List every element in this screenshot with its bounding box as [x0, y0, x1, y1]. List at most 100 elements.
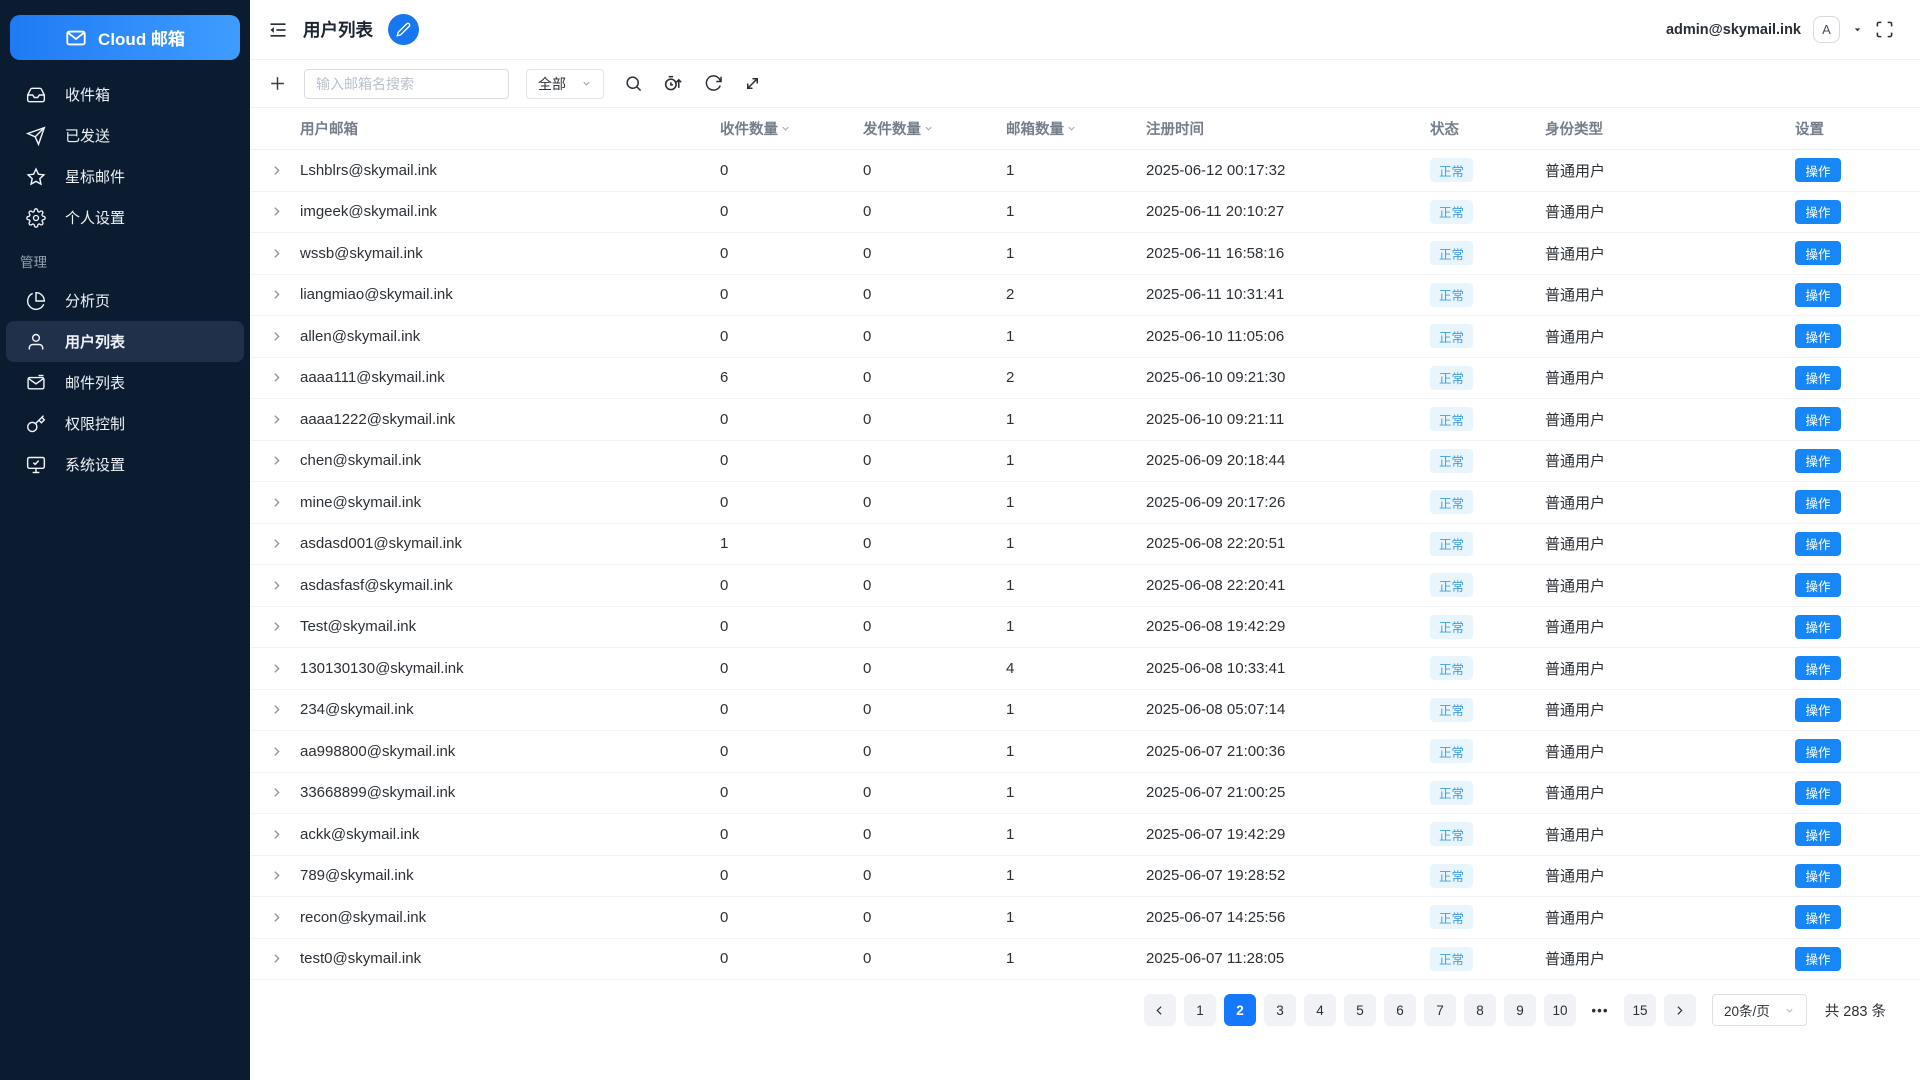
- cell-email: liangmiao@skymail.ink: [300, 286, 453, 304]
- avatar[interactable]: A: [1813, 16, 1840, 43]
- refresh-icon[interactable]: [704, 74, 723, 93]
- row-expand-chevron-icon[interactable]: [250, 496, 300, 509]
- sidebar-item-inbox[interactable]: 收件箱: [6, 74, 244, 115]
- sidebar-item-personal-settings[interactable]: 个人设置: [6, 197, 244, 238]
- row-expand-chevron-icon[interactable]: [250, 703, 300, 716]
- page-number-button[interactable]: 2: [1223, 994, 1256, 1026]
- cell-registered-time: 2025-06-11 16:58:16: [1146, 244, 1285, 262]
- row-expand-chevron-icon[interactable]: [250, 662, 300, 675]
- status-badge: 正常: [1430, 199, 1474, 224]
- row-action-button[interactable]: 操作: [1795, 158, 1841, 183]
- sort-caret-icon[interactable]: [780, 123, 791, 134]
- sidebar-item-mail-list[interactable]: 邮件列表: [6, 362, 244, 403]
- row-action-button[interactable]: 操作: [1795, 822, 1841, 847]
- sidebar-item-label: 星标邮件: [65, 169, 126, 186]
- cell-action: 操作: [1795, 780, 1920, 805]
- row-action-button[interactable]: 操作: [1795, 448, 1841, 473]
- add-user-icon[interactable]: [268, 74, 287, 93]
- row-action-button[interactable]: 操作: [1795, 531, 1841, 556]
- row-action-button[interactable]: 操作: [1795, 573, 1841, 598]
- row-expand-chevron-icon[interactable]: [250, 952, 300, 965]
- page-number-button[interactable]: 10: [1543, 994, 1576, 1026]
- row-expand-chevron-icon[interactable]: [250, 247, 300, 260]
- cell-received-count: 0: [720, 701, 729, 719]
- row-action-button[interactable]: 操作: [1795, 324, 1841, 349]
- menu-fold-icon[interactable]: [268, 20, 288, 40]
- row-expand-chevron-icon[interactable]: [250, 620, 300, 633]
- row-action-button[interactable]: 操作: [1795, 780, 1841, 805]
- sidebar-item-starred[interactable]: 星标邮件: [6, 156, 244, 197]
- row-action-button[interactable]: 操作: [1795, 697, 1841, 722]
- page-number-button[interactable]: 8: [1463, 994, 1496, 1026]
- page-number-button[interactable]: 4: [1303, 994, 1336, 1026]
- search-input[interactable]: [304, 68, 509, 99]
- col-header-sent[interactable]: 发件数量: [863, 118, 1006, 139]
- page-size-select[interactable]: 20条/页: [1711, 994, 1807, 1026]
- row-action-button[interactable]: 操作: [1795, 241, 1841, 266]
- cell-role: 普通用户: [1545, 702, 1606, 720]
- row-expand-chevron-icon[interactable]: [250, 828, 300, 841]
- sort-by-time-icon[interactable]: [663, 73, 684, 94]
- page-number-button[interactable]: 6: [1383, 994, 1416, 1026]
- row-action-button[interactable]: 操作: [1795, 407, 1841, 432]
- row-action-button[interactable]: 操作: [1795, 905, 1841, 930]
- sort-caret-icon[interactable]: [923, 123, 934, 134]
- row-expand-chevron-icon[interactable]: [250, 869, 300, 882]
- sidebar-item-analytics[interactable]: 分析页: [6, 280, 244, 321]
- page-number-button[interactable]: 15: [1623, 994, 1656, 1026]
- expand-icon[interactable]: [743, 74, 762, 93]
- sidebar-item-permissions[interactable]: 权限控制: [6, 403, 244, 444]
- row-expand-chevron-icon[interactable]: [250, 413, 300, 426]
- col-header-received[interactable]: 收件数量: [720, 118, 863, 139]
- cell-status: 正常: [1430, 490, 1545, 515]
- row-action-button[interactable]: 操作: [1795, 365, 1841, 390]
- page-number-button[interactable]: 7: [1423, 994, 1456, 1026]
- page-number-button[interactable]: 3: [1263, 994, 1296, 1026]
- cell-registered-time: 2025-06-07 21:00:36: [1146, 742, 1286, 760]
- cell-email: imgeek@skymail.ink: [300, 203, 437, 221]
- page-number-button[interactable]: 1: [1183, 994, 1216, 1026]
- cell-action: 操作: [1795, 905, 1920, 930]
- row-action-button[interactable]: 操作: [1795, 282, 1841, 307]
- row-action-button[interactable]: 操作: [1795, 739, 1841, 764]
- edit-title-button[interactable]: [388, 14, 419, 45]
- row-action-button[interactable]: 操作: [1795, 863, 1841, 888]
- row-expand-chevron-icon[interactable]: [250, 786, 300, 799]
- page-number-button[interactable]: •••: [1584, 994, 1616, 1026]
- cell-received-count: 0: [720, 493, 729, 511]
- search-icon[interactable]: [624, 74, 643, 93]
- sort-caret-icon[interactable]: [1066, 123, 1077, 134]
- sidebar-item-user-list[interactable]: 用户列表: [6, 321, 244, 362]
- row-expand-chevron-icon[interactable]: [250, 454, 300, 467]
- row-action-button[interactable]: 操作: [1795, 614, 1841, 639]
- row-action-button[interactable]: 操作: [1795, 946, 1841, 971]
- row-action-button[interactable]: 操作: [1795, 199, 1841, 224]
- next-page-button[interactable]: [1663, 994, 1696, 1026]
- col-header-mailboxes[interactable]: 邮箱数量: [1006, 118, 1146, 139]
- row-expand-chevron-icon[interactable]: [250, 537, 300, 550]
- row-expand-chevron-icon[interactable]: [250, 205, 300, 218]
- row-expand-chevron-icon[interactable]: [250, 371, 300, 384]
- filter-select[interactable]: 全部: [526, 68, 604, 99]
- cell-action: 操作: [1795, 531, 1920, 556]
- fullscreen-icon[interactable]: [1875, 20, 1894, 39]
- caret-down-icon[interactable]: [1852, 24, 1863, 35]
- cell-registered-time: 2025-06-08 10:33:41: [1146, 659, 1286, 677]
- row-expand-chevron-icon[interactable]: [250, 164, 300, 177]
- cell-mailbox-count: 1: [1006, 742, 1015, 760]
- row-expand-chevron-icon[interactable]: [250, 288, 300, 301]
- row-expand-chevron-icon[interactable]: [250, 745, 300, 758]
- row-action-button[interactable]: 操作: [1795, 656, 1841, 681]
- cell-action: 操作: [1795, 573, 1920, 598]
- app-logo-button[interactable]: Cloud 邮箱: [10, 15, 240, 60]
- sidebar-item-sent[interactable]: 已发送: [6, 115, 244, 156]
- sidebar-item-system-settings[interactable]: 系统设置: [6, 444, 244, 485]
- cell-status: 正常: [1430, 531, 1545, 556]
- prev-page-button[interactable]: [1143, 994, 1176, 1026]
- row-expand-chevron-icon[interactable]: [250, 330, 300, 343]
- page-number-button[interactable]: 9: [1503, 994, 1536, 1026]
- row-action-button[interactable]: 操作: [1795, 490, 1841, 515]
- row-expand-chevron-icon[interactable]: [250, 579, 300, 592]
- row-expand-chevron-icon[interactable]: [250, 911, 300, 924]
- page-number-button[interactable]: 5: [1343, 994, 1376, 1026]
